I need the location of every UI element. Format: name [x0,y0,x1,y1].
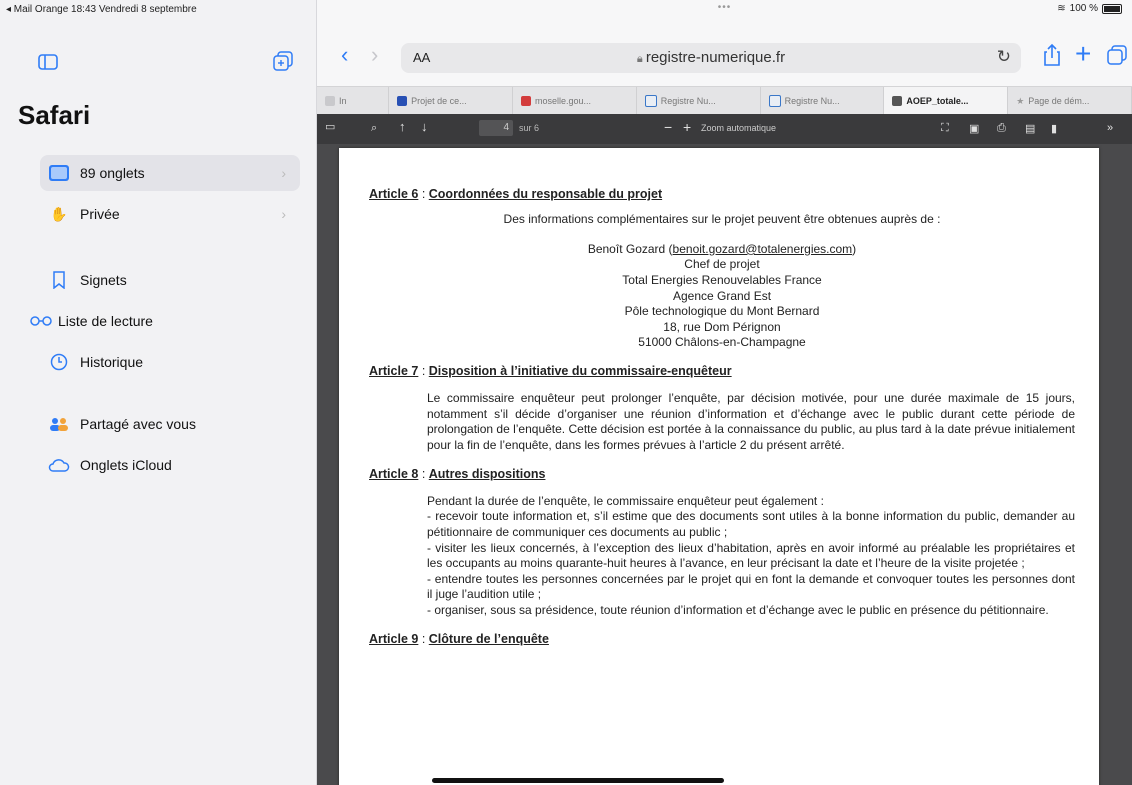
tab-item-active[interactable]: AOEP_totale... [884,87,1009,115]
contact-line: Benoît Gozard (benoit.gozard@totalenergi… [587,241,857,256]
fullscreen-icon[interactable]: ⛶ [941,122,949,135]
glasses-icon [30,310,52,332]
share-icon[interactable] [1043,43,1061,72]
clock-icon [48,351,70,373]
sidebar-item-icloud-tabs[interactable]: Onglets iCloud [40,447,300,483]
paragraph: - visiter les lieux concernés, à l’excep… [427,540,1075,571]
sidebar-item-label: Partagé avec vous [80,416,196,432]
sidebar-item-label: Onglets iCloud [80,457,172,473]
paragraph: Des informations complémentaires sur le … [503,212,941,227]
paragraph: - organiser, sous sa présidence, toute r… [427,603,1049,618]
tab-item[interactable]: Registre Nu... [637,87,761,115]
sidebar-item-shared[interactable]: Partagé avec vous [40,406,300,442]
sidebar-toggle-icon[interactable]: ▭ [325,120,335,133]
zoom-in-button[interactable]: + [683,119,691,135]
sidebar-item-label: Historique [80,354,144,370]
back-button[interactable]: ‹ [341,42,348,68]
sidebar-item-label: Privée [80,206,120,222]
zoom-select[interactable]: Zoom automatique [701,123,776,133]
star-icon: ★ [1016,95,1025,106]
tab-overview-icon[interactable] [1107,45,1127,70]
sidebar-item-bookmarks[interactable]: Signets [40,262,300,298]
contact-line: Pôle technologique du Mont Bernard [624,304,820,319]
contact-line: 51000 Châlons-en-Champagne [638,335,806,350]
search-icon[interactable]: ⌕ [371,122,377,135]
status-left: ◂ Mail Orange 18:43 Vendredi 8 septembre [6,4,197,15]
sidebar-item-label: 89 onglets [80,165,145,181]
pdf-toolbar: ▭ ⌕ ↑ ↓ 4 sur 6 − + Zoom automatique ⛶ ▣… [317,114,1132,144]
article-heading: Article 6 : Coordonnées du responsable d… [369,187,663,201]
favicon-icon [644,95,657,107]
favicon-icon [325,96,335,106]
bookmark-icon[interactable]: ▮ [1051,122,1057,135]
document-content: Article 6 : Coordonnées du responsable d… [369,186,1075,655]
email-link[interactable]: benoit.gozard@totalenergies.com [673,242,853,256]
battery-icon [1102,3,1122,14]
reload-icon[interactable]: ↻ [997,47,1011,67]
forward-button[interactable]: › [371,42,378,68]
paragraph: - recevoir toute information et, s’il es… [427,509,1075,540]
bookmark-icon [48,269,70,291]
favicon-icon [892,96,903,106]
open-file-icon[interactable]: ▣ [969,122,979,135]
favicon-icon [397,96,408,106]
paragraph: - entendre toutes les personnes concerné… [427,571,1075,602]
tab-item[interactable]: Registre Nu... [761,87,885,115]
new-tab-plus-icon[interactable]: + [1075,38,1091,70]
sidebar-title: Safari [18,100,91,130]
sidebar: ◂ Mail Orange 18:43 Vendredi 8 septembre… [0,0,317,785]
hand-icon: ✋ [50,205,68,222]
sidebar-item-private[interactable]: ✋ Privée › [40,196,300,232]
tab-item[interactable]: ★ Page de dém... [1008,87,1132,115]
tab-item[interactable]: Projet de ce... [389,87,513,115]
contact-line: Chef de projet [684,257,760,272]
previous-page-icon[interactable]: ↑ [399,119,406,134]
favicon-icon [520,96,531,106]
lock-icon: 🔒︎ [636,53,646,65]
sidebar-item-label: Liste de lecture [58,313,153,329]
pdf-page: Article 6 : Coordonnées du responsable d… [339,148,1099,785]
sidebar-item-history[interactable]: Historique [40,344,300,380]
more-tools-icon[interactable]: » [1107,122,1113,134]
contact-line: 18, rue Dom Pérignon [663,319,781,334]
window-dots[interactable]: ••• [317,2,1132,13]
paragraph: Pendant la durée de l’enquête, le commis… [427,493,824,508]
tabs-icon [48,162,70,184]
favicon-icon [768,95,781,107]
contact-line: Agence Grand Est [672,288,772,303]
battery-status: ≋ 100 % [1057,3,1122,14]
sidebar-item-tabs[interactable]: 89 onglets › [40,155,300,191]
new-tab-group-icon[interactable] [273,51,293,76]
page-total: sur 6 [519,123,540,133]
browser-toolbar: ••• ≋ 100 % ‹ › AA 🔒︎ registre-numerique… [317,0,1132,86]
sidebar-item-label: Signets [80,272,127,288]
tab-item[interactable]: moselle.gou... [513,87,637,115]
zoom-out-button[interactable]: − [664,119,672,135]
print-icon[interactable]: ⎙ [997,122,1006,135]
chevron-right-icon: › [281,165,286,181]
address-bar[interactable]: AA 🔒︎ registre-numerique.fr ↻ [401,43,1021,73]
sidebar-toggle-icon[interactable] [38,54,58,75]
url-text: 🔒︎ registre-numerique.fr [636,49,786,66]
tab-bar: In Projet de ce... moselle.gou... Regist… [317,86,1132,115]
people-icon [48,413,70,435]
next-page-icon[interactable]: ↓ [421,119,428,134]
contact-line: Total Energies Renouvelables France [622,273,822,288]
sidebar-item-reading-list[interactable]: Liste de lecture [26,303,286,339]
tab-item[interactable]: In [317,87,390,115]
cloud-icon [48,454,70,476]
wifi-icon: ≋ [1057,3,1066,14]
article-heading: Article 8 : Autres dispositions [369,466,546,481]
save-icon[interactable]: ▤ [1025,122,1035,135]
paragraph: Le commissaire enquêteur peut prolonger … [427,391,1075,453]
chevron-right-icon: › [281,206,286,222]
home-indicator [432,778,724,783]
screen: ◂ Mail Orange 18:43 Vendredi 8 septembre… [0,0,1132,785]
article-heading: Article 7 : Disposition à l’initiative d… [369,364,732,378]
page-number-input[interactable]: 4 [479,120,513,136]
article-heading: Article 9 : Clôture de l’enquête [369,631,549,646]
